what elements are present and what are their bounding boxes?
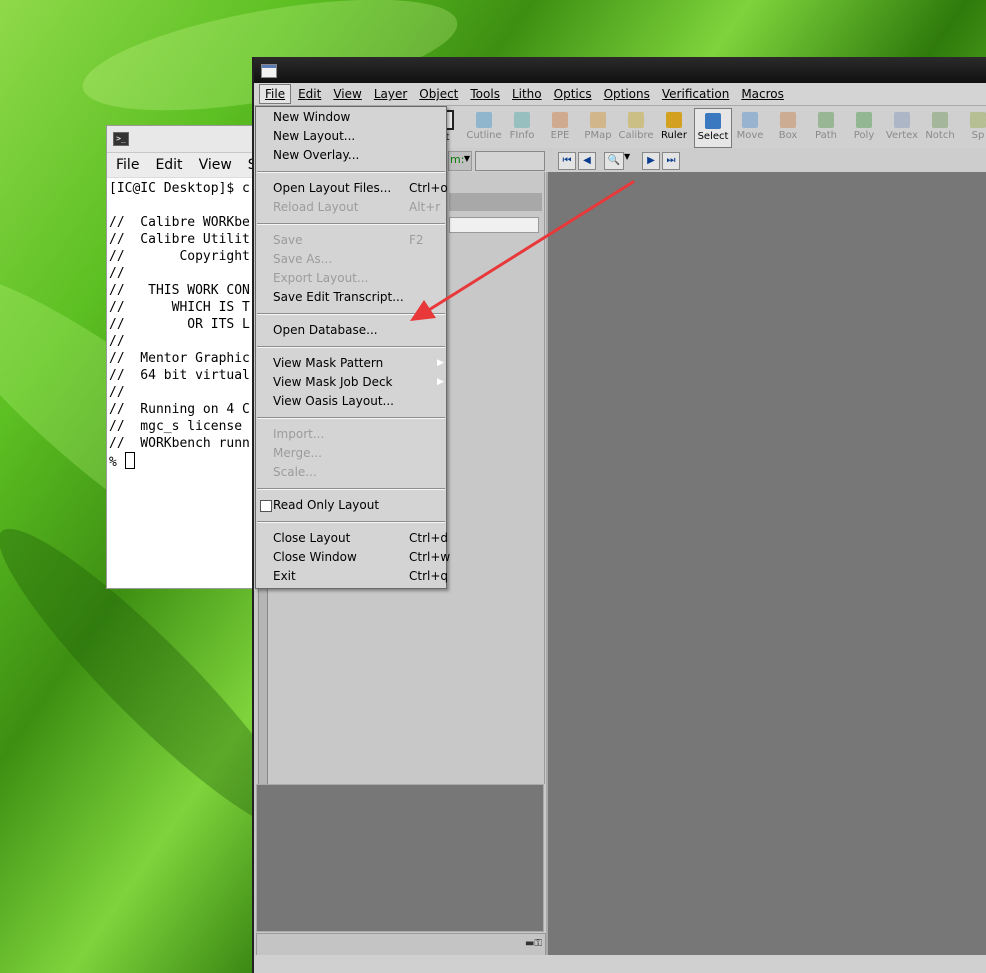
annotation-arrow [410,180,635,321]
annotation-arrow-line [422,180,635,315]
annotation-arrowhead [410,300,436,321]
